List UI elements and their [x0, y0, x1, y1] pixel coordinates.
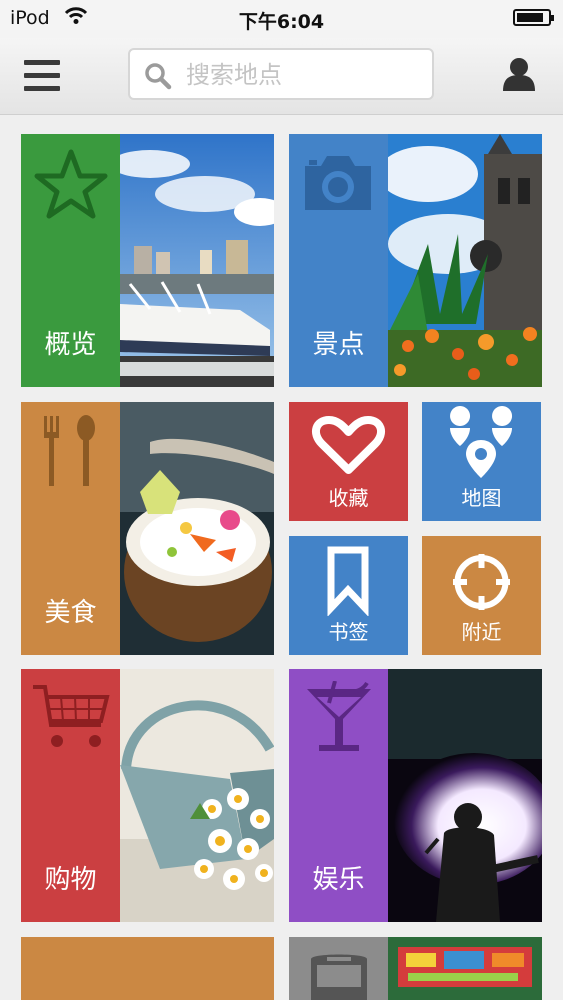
daisy-basket-photo — [120, 669, 274, 922]
menu-icon-bar — [24, 73, 60, 78]
search-input[interactable] — [184, 56, 428, 94]
tower-garden-photo — [388, 134, 542, 387]
search-box[interactable] — [128, 48, 434, 100]
status-bar: iPod 下午6:04 — [0, 0, 563, 38]
concert-stage-photo — [388, 669, 542, 922]
menu-button[interactable] — [24, 58, 62, 94]
tile-label: 购物 — [44, 865, 97, 895]
menu-icon-bar — [24, 60, 60, 65]
bookmark-icon — [327, 546, 369, 616]
heart-icon — [311, 416, 386, 474]
battery-icon — [513, 9, 554, 26]
shopping-cart-icon — [33, 685, 110, 747]
tile-shopping[interactable]: 购物 — [21, 669, 274, 922]
tile-map[interactable]: 地图 — [422, 402, 541, 521]
tile-entertainment[interactable]: 娱乐 — [289, 669, 542, 922]
tile-label: 书签 — [328, 620, 369, 644]
tile-label: 收藏 — [328, 486, 369, 510]
menu-icon-bar — [24, 86, 60, 91]
top-navigation-bar — [0, 38, 563, 115]
tile-label: 美食 — [44, 598, 97, 628]
status-time: 下午6:04 — [238, 11, 325, 33]
tile-label: 附近 — [461, 620, 502, 644]
tile-food[interactable]: 美食 — [21, 402, 274, 655]
star-icon — [34, 149, 108, 219]
user-profile-icon[interactable] — [502, 56, 536, 92]
camera-icon — [305, 156, 371, 210]
colorful-sign-photo — [388, 937, 542, 1000]
tile-sights[interactable]: 景点 — [289, 134, 542, 387]
tile-nearby[interactable]: 附近 — [422, 536, 541, 655]
crosshair-icon — [453, 554, 510, 610]
fork-spoon-icon — [44, 415, 95, 486]
cocktail-icon — [307, 681, 371, 751]
bus-icon — [311, 954, 367, 1000]
tile-favorites[interactable]: 收藏 — [289, 402, 408, 521]
tile-label: 地图 — [461, 486, 502, 510]
tile-bookmarks[interactable]: 书签 — [289, 536, 408, 655]
map-pins-icon — [450, 406, 513, 478]
tile-label: 娱乐 — [312, 865, 365, 895]
tile-label: 概览 — [44, 330, 97, 360]
tile-overview[interactable]: 概览 — [21, 134, 274, 387]
tile-bottom-left[interactable] — [21, 937, 274, 1000]
search-icon — [145, 63, 172, 90]
coconut-dessert-photo — [120, 402, 274, 655]
harbor-boats-photo — [120, 134, 274, 387]
tile-transport[interactable] — [289, 937, 542, 1000]
tile-label: 景点 — [312, 330, 365, 360]
